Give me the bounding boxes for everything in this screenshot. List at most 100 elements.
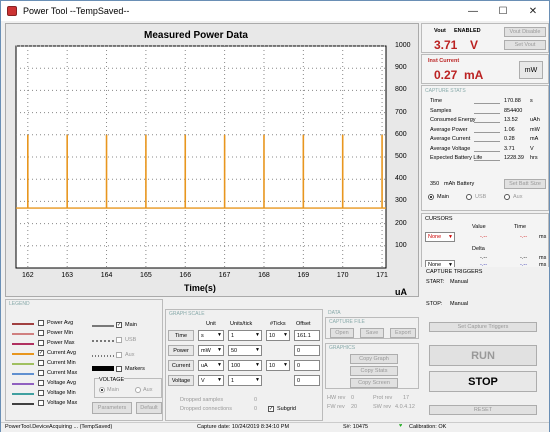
stats-usb-radio[interactable] bbox=[466, 194, 472, 200]
run-button[interactable]: RUN bbox=[429, 345, 537, 366]
scale-offset-input[interactable]: 0 bbox=[294, 375, 320, 386]
dropped-connections-label: Dropped connections bbox=[180, 406, 232, 412]
aux-checkbox[interactable] bbox=[116, 352, 122, 358]
set-vout-button[interactable]: Set Vout bbox=[504, 40, 546, 50]
export-button[interactable]: Export bbox=[390, 328, 416, 338]
voltage-main-radio[interactable] bbox=[99, 387, 105, 393]
voltage-box: VOLTAGE Main Aux bbox=[94, 377, 162, 398]
y-axis-unit: uA bbox=[395, 287, 407, 297]
delta-value: -.-- bbox=[480, 255, 488, 261]
legend-checkbox[interactable] bbox=[38, 400, 44, 406]
data-box: DATA CAPTURE FILE Open Save Export GRAPH… bbox=[325, 309, 419, 421]
legend-label: Voltage Max bbox=[47, 400, 78, 406]
offset-header: Offset bbox=[296, 321, 311, 327]
stats-main-radio[interactable] bbox=[428, 194, 434, 200]
subgrid-checkbox[interactable]: ✓ bbox=[268, 406, 274, 412]
close-button[interactable]: ✕ bbox=[518, 1, 548, 21]
legend-label: Power Min bbox=[47, 330, 73, 336]
voltage-aux-radio[interactable] bbox=[135, 387, 141, 393]
bottom-panel: LEGEND Power Avg Power Min Power Max ✓ Curre… bbox=[5, 299, 419, 423]
y-tick-label: 500 bbox=[395, 153, 407, 160]
x-tick-label: 165 bbox=[140, 272, 152, 279]
scale-units-per-tick-select[interactable]: 1 ▼ bbox=[228, 330, 262, 341]
inst-current-label: Inst Current bbox=[428, 58, 460, 64]
scale-unit-select[interactable]: uA ▼ bbox=[198, 360, 224, 371]
legend-checkbox[interactable]: ✓ bbox=[38, 350, 44, 356]
cursor1-select[interactable]: None ▼ bbox=[425, 232, 455, 242]
scale-offset-input[interactable]: 161.1 bbox=[294, 330, 320, 341]
scale-ticks-select[interactable]: 10 ▼ bbox=[266, 330, 290, 341]
voltage-main-label: Main bbox=[107, 387, 119, 393]
legend-checkbox[interactable] bbox=[38, 330, 44, 336]
x-tick-label: 164 bbox=[100, 272, 113, 279]
legend-checkbox[interactable] bbox=[38, 320, 44, 326]
scale-offset-value: 161.1 bbox=[297, 332, 311, 339]
markers-label: Markers bbox=[125, 366, 145, 372]
parameters-button[interactable]: Parameters bbox=[92, 402, 132, 414]
x-tick-label: 170 bbox=[336, 272, 349, 279]
legend-checkbox[interactable] bbox=[38, 370, 44, 376]
stats-usb-label: USB bbox=[475, 194, 487, 200]
save-button[interactable]: Save bbox=[360, 328, 384, 338]
stat-label: Consumed Energy bbox=[430, 117, 476, 123]
reset-button[interactable]: RESET bbox=[429, 405, 537, 415]
legend-checkbox[interactable] bbox=[38, 360, 44, 366]
cursor1-select-value: None bbox=[428, 234, 442, 240]
scale-row-button[interactable]: Current bbox=[168, 360, 194, 371]
capture-file-title: CAPTURE FILE bbox=[329, 319, 365, 325]
scale-unit-select[interactable]: s ▼ bbox=[198, 330, 224, 341]
trigger-start-label: START: bbox=[426, 279, 445, 285]
open-button[interactable]: Open bbox=[330, 328, 354, 338]
maximize-button[interactable]: ☐ bbox=[488, 1, 518, 21]
cursors-title: CURSORS bbox=[425, 216, 453, 222]
legend-checkbox[interactable] bbox=[38, 390, 44, 396]
capture-stats-box: CAPTURE STATS Time 170.88 s Samples 854400 Co… bbox=[421, 85, 549, 211]
legend-swatch bbox=[12, 373, 34, 375]
subgrid-label: Subgrid bbox=[277, 406, 296, 412]
chevron-down-icon: ▼ bbox=[217, 347, 222, 353]
stat-label: Time bbox=[430, 98, 443, 104]
scale-unit-select[interactable]: V ▼ bbox=[198, 375, 224, 386]
mw-toggle-button[interactable]: mW bbox=[519, 61, 543, 79]
copy-stats-button[interactable]: Copy Stats bbox=[350, 366, 398, 376]
scale-offset-input[interactable]: 0 bbox=[294, 345, 320, 356]
aux-label: Aux bbox=[125, 352, 135, 358]
vout-disable-button[interactable]: Vout Disable bbox=[504, 27, 546, 37]
stop-button[interactable]: STOP bbox=[429, 371, 537, 392]
minimize-button[interactable]: — bbox=[458, 1, 488, 21]
y-tick-label: 600 bbox=[395, 130, 407, 138]
copy-screen-button[interactable]: Copy Screen bbox=[350, 378, 398, 388]
legend-label: Power Avg bbox=[47, 320, 74, 326]
markers-checkbox[interactable] bbox=[116, 366, 122, 372]
scale-units-per-tick-select[interactable]: 50 ▼ bbox=[228, 345, 262, 356]
usb-checkbox[interactable] bbox=[116, 337, 122, 343]
aux-line-sample bbox=[92, 355, 114, 357]
scale-upt-value: 1 bbox=[231, 377, 235, 384]
set-capture-triggers-button[interactable]: Set Capture Triggers bbox=[429, 322, 537, 332]
markers-sample bbox=[92, 366, 114, 371]
default-button[interactable]: Default bbox=[136, 402, 162, 414]
stats-aux-radio[interactable] bbox=[504, 194, 510, 200]
scale-row-button[interactable]: Voltage bbox=[168, 375, 194, 386]
hw-rev-value: 0 bbox=[351, 395, 355, 401]
main-checkbox[interactable]: ✓ bbox=[116, 322, 122, 328]
legend-checkbox[interactable] bbox=[38, 340, 44, 346]
scale-units-per-tick-select[interactable]: 1 ▼ bbox=[228, 375, 262, 386]
scale-units-per-tick-select[interactable]: 100 ▼ bbox=[228, 360, 262, 371]
chevron-down-icon: ▼ bbox=[217, 332, 222, 338]
copy-graph-button[interactable]: Copy Graph bbox=[350, 354, 398, 364]
legend-checkbox[interactable] bbox=[38, 380, 44, 386]
main-line-sample bbox=[92, 325, 114, 327]
set-batt-size-button[interactable]: Set Batt Size bbox=[504, 179, 546, 189]
battery-size-value: 350 bbox=[430, 181, 440, 187]
scale-row-button[interactable]: Power bbox=[168, 345, 194, 356]
sw-rev-value: 4.0.4.12 bbox=[395, 404, 415, 410]
calibration-status: Calibration: OK bbox=[409, 424, 447, 430]
scale-unit-select[interactable]: mW ▼ bbox=[198, 345, 224, 356]
power-chart[interactable] bbox=[6, 24, 420, 298]
window-title: Power Tool --TempSaved-- bbox=[23, 6, 130, 16]
scale-row-button[interactable]: Time bbox=[168, 330, 194, 341]
y-tick-label: 700 bbox=[395, 108, 407, 116]
scale-ticks-select[interactable]: 10 ▼ bbox=[266, 360, 290, 371]
scale-offset-input[interactable]: 0 bbox=[294, 360, 320, 371]
